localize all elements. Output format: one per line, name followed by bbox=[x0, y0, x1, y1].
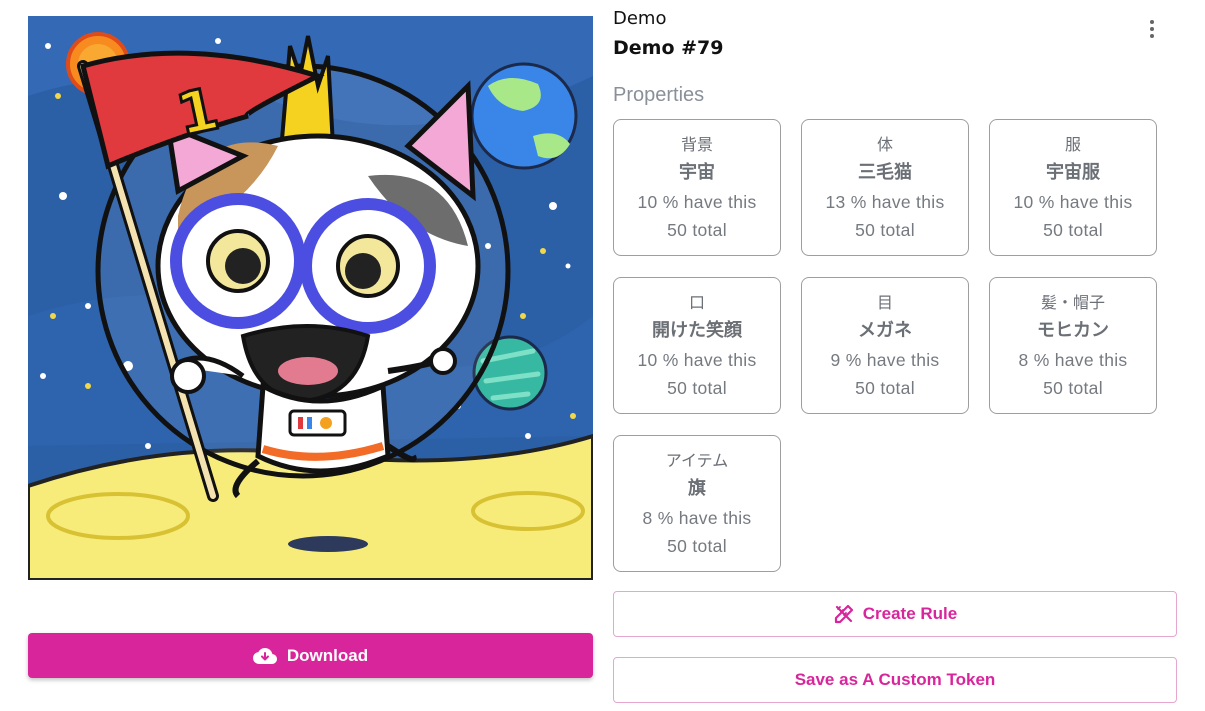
property-card[interactable]: 服 宇宙服 10 % have this 50 total bbox=[989, 119, 1157, 256]
token-name: Demo #79 bbox=[613, 37, 724, 59]
property-type: 髪・帽子 bbox=[1040, 292, 1105, 312]
properties-title: Properties bbox=[613, 84, 705, 106]
property-total: 50 total bbox=[667, 219, 727, 240]
property-percent: 10 % have this bbox=[637, 191, 757, 212]
property-percent: 10 % have this bbox=[637, 349, 757, 370]
property-percent: 13 % have this bbox=[825, 191, 945, 212]
download-button[interactable]: Download bbox=[28, 633, 593, 678]
collection-name[interactable]: Demo bbox=[613, 8, 666, 29]
property-type: 服 bbox=[1064, 134, 1081, 154]
create-rule-label: Create Rule bbox=[862, 604, 958, 623]
property-total: 50 total bbox=[855, 377, 915, 398]
property-percent: 8 % have this bbox=[1018, 349, 1128, 370]
property-value: モヒカン bbox=[1037, 319, 1109, 341]
save-custom-token-button[interactable]: Save as A Custom Token bbox=[613, 657, 1177, 703]
property-percent: 8 % have this bbox=[642, 507, 752, 528]
property-type: アイテム bbox=[665, 450, 729, 470]
property-percent: 9 % have this bbox=[830, 349, 940, 370]
property-percent: 10 % have this bbox=[1013, 191, 1133, 212]
property-value: 宇宙服 bbox=[1046, 161, 1100, 183]
property-type: 背景 bbox=[680, 134, 713, 154]
property-total: 50 total bbox=[667, 377, 727, 398]
property-card[interactable]: アイテム 旗 8 % have this 50 total bbox=[613, 435, 781, 572]
property-total: 50 total bbox=[855, 219, 915, 240]
more-vertical-icon[interactable] bbox=[1140, 16, 1164, 42]
save-custom-token-label: Save as A Custom Token bbox=[794, 670, 996, 689]
cat-astronaut-illustration: 1 bbox=[28, 16, 593, 580]
nft-artwork: 1 bbox=[28, 16, 593, 580]
property-value: 宇宙 bbox=[679, 161, 715, 183]
property-total: 50 total bbox=[667, 535, 727, 556]
property-total: 50 total bbox=[1043, 377, 1103, 398]
create-rule-button[interactable]: Create Rule bbox=[613, 591, 1177, 637]
property-value: 旗 bbox=[688, 477, 706, 499]
property-type: 目 bbox=[876, 292, 893, 312]
property-value: 開けた笑顔 bbox=[652, 319, 742, 341]
property-card[interactable]: 体 三毛猫 13 % have this 50 total bbox=[801, 119, 969, 256]
property-total: 50 total bbox=[1043, 219, 1103, 240]
property-card[interactable]: 髪・帽子 モヒカン 8 % have this 50 total bbox=[989, 277, 1157, 414]
property-type: 体 bbox=[876, 134, 893, 154]
property-card[interactable]: 口 開けた笑顔 10 % have this 50 total bbox=[613, 277, 781, 414]
download-label: Download bbox=[286, 645, 369, 665]
property-card[interactable]: 背景 宇宙 10 % have this 50 total bbox=[613, 119, 781, 256]
property-value: メガネ bbox=[858, 319, 912, 341]
property-type: 口 bbox=[688, 292, 705, 312]
property-value: 三毛猫 bbox=[858, 161, 912, 183]
pencil-ruler-icon bbox=[834, 604, 853, 624]
property-card[interactable]: 目 メガネ 9 % have this 50 total bbox=[801, 277, 969, 414]
cloud-download-icon bbox=[252, 647, 277, 664]
properties-grid: 背景 宇宙 10 % have this 50 total 体 三毛猫 13 %… bbox=[613, 119, 1157, 572]
